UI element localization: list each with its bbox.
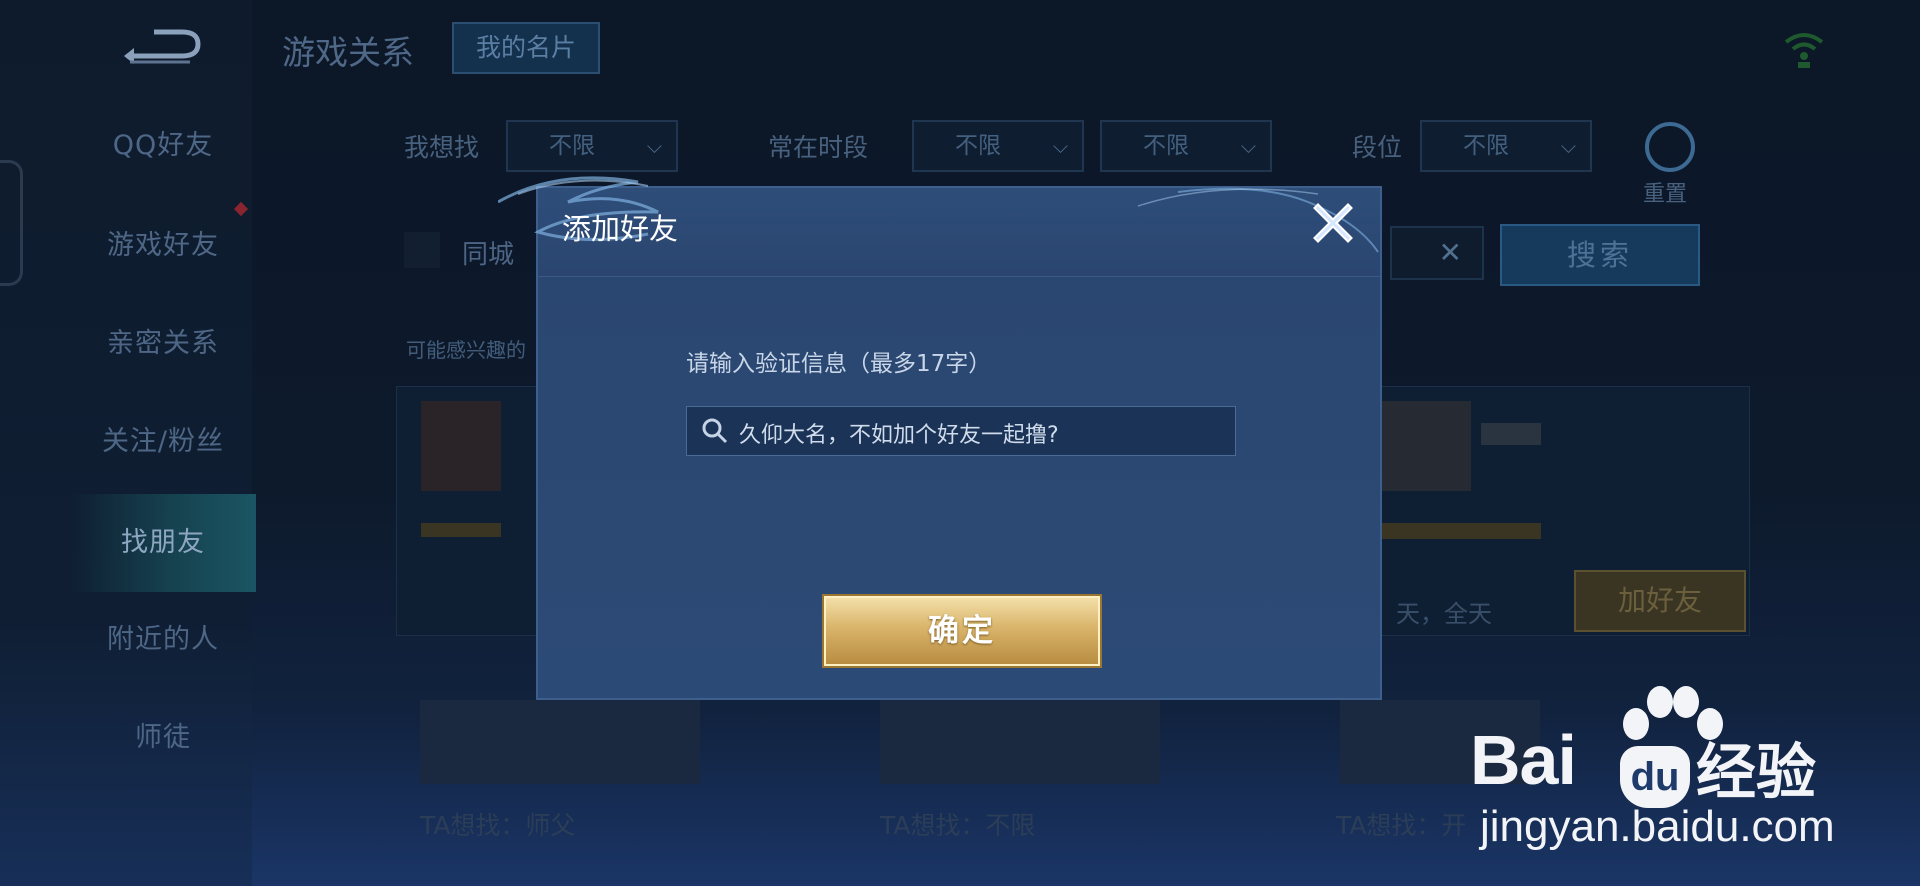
rank-label: 段位 <box>1352 133 1403 162</box>
watermark-url: jingyan.baidu.com <box>1480 802 1835 851</box>
avatar <box>1381 401 1471 491</box>
rank-value: 不限 <box>1463 133 1509 159</box>
nav-item-game-friends[interactable]: 游戏好友 <box>70 216 256 276</box>
want-select[interactable]: 不限 ⌵ <box>506 120 678 172</box>
add-friend-dialog: 添加好友 请输入验证信息（最多17字） 久仰大名，不如加个好友一起撸? 确定 <box>498 176 1382 700</box>
nav-item-mentor[interactable]: 师徒 <box>70 708 256 768</box>
nav-item-intimate[interactable]: 亲密关系 <box>70 314 256 374</box>
watermark-jingyan: 经验 <box>1696 738 1816 808</box>
time-value-2: 不限 <box>1143 133 1189 159</box>
want-label: 我想找 <box>404 133 480 162</box>
info-blur <box>1381 523 1541 539</box>
ta-want-text: TA想找：开 <box>1336 811 1467 840</box>
back-arrow-icon[interactable] <box>120 24 206 70</box>
nav-item-qq-friends[interactable]: QQ好友 <box>70 116 256 176</box>
verify-message-value: 久仰大名，不如加个好友一起撸? <box>739 423 1059 448</box>
section-label: 可能感兴趣的 <box>406 338 526 362</box>
time-select-2[interactable]: 不限 ⌵ <box>1100 120 1272 172</box>
avatar <box>421 401 501 491</box>
time-label: 常在时段 <box>768 133 869 162</box>
dialog-title: 添加好友 <box>562 212 679 246</box>
my-card-button[interactable]: 我的名片 <box>452 22 600 74</box>
rank-select[interactable]: 不限 ⌵ <box>1420 120 1592 172</box>
card-blur <box>420 700 700 784</box>
reset-label: 重置 <box>1643 182 1688 207</box>
verify-prompt: 请输入验证信息（最多17字） <box>686 351 992 377</box>
ta-want-text: TA想找：不限 <box>880 811 1036 840</box>
name-blur <box>421 523 501 537</box>
chevron-down-icon: ⌵ <box>1052 134 1068 158</box>
time-value-1: 不限 <box>955 133 1001 159</box>
reset-icon[interactable] <box>1645 122 1695 172</box>
friend-card[interactable] <box>396 386 538 636</box>
page-title: 游戏关系 <box>282 33 414 72</box>
card-blur <box>880 700 1160 784</box>
wifi-icon <box>1784 33 1824 68</box>
add-friend-button[interactable]: 加好友 <box>1574 570 1746 632</box>
nav-item-follow-fans[interactable]: 关注/粉丝 <box>70 412 256 472</box>
nav-item-nearby[interactable]: 附近的人 <box>70 610 256 670</box>
search-button[interactable]: 搜索 <box>1500 224 1700 286</box>
ta-want-text: TA想找：师父 <box>420 811 576 840</box>
chevron-down-icon: ⌵ <box>1560 134 1576 158</box>
watermark-du: du <box>1620 746 1690 808</box>
confirm-button[interactable]: 确定 <box>824 596 1100 666</box>
left-nav: QQ好友 游戏好友 亲密关系 关注/粉丝 找朋友 附近的人 师徒 <box>0 0 256 886</box>
search-field[interactable]: ✕ <box>1390 226 1484 280</box>
chevron-down-icon: ⌵ <box>1240 134 1256 158</box>
want-value: 不限 <box>549 133 595 159</box>
search-icon <box>702 418 728 444</box>
notification-dot <box>233 201 249 217</box>
nav-item-find-friends[interactable]: 找朋友 <box>70 494 256 592</box>
card-time-text: 天，全天 <box>1396 600 1492 628</box>
close-icon[interactable] <box>1308 198 1358 248</box>
time-select-1[interactable]: 不限 ⌵ <box>912 120 1084 172</box>
baidu-watermark: Bai du 经验 jingyan.baidu.com <box>1470 678 1920 886</box>
same-city-label: 同城 <box>462 240 515 270</box>
watermark-bai: Bai <box>1470 721 1577 799</box>
verify-message-input[interactable]: 久仰大名，不如加个好友一起撸? <box>686 406 1236 456</box>
chevron-down-icon: ⌵ <box>646 134 662 158</box>
name-blur <box>1481 423 1541 445</box>
clear-icon[interactable]: ✕ <box>1439 236 1462 269</box>
hex-decoration <box>0 160 23 286</box>
same-city-checkbox[interactable] <box>404 232 440 268</box>
